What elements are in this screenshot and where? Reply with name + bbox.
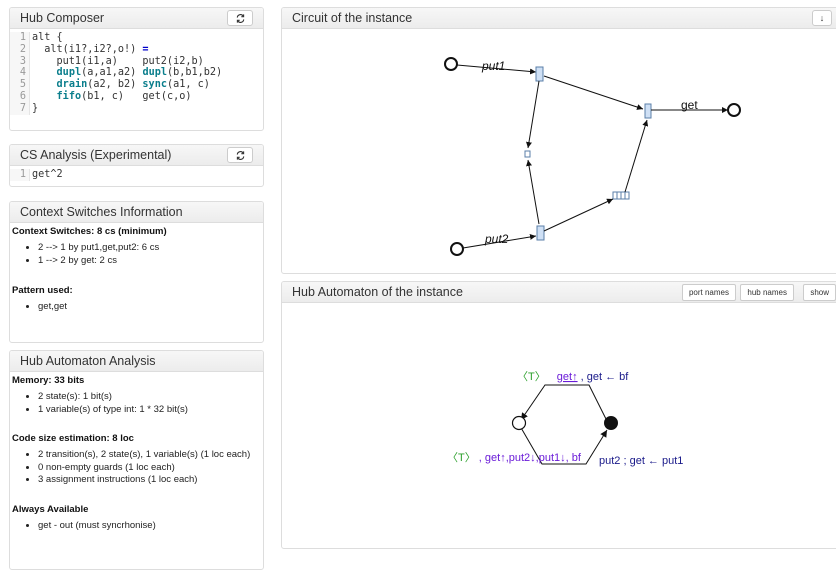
context-switches-panel: Context Switches Information Context Swi…: [9, 201, 264, 343]
context-switches-header: Context Switches Information: [10, 202, 263, 223]
automaton-diagram: 〈T〉 get↑ , get ← bf 〈T〉 , get↑,put2↓,put…: [447, 370, 683, 467]
refresh-icon: [236, 13, 244, 23]
list-item: 3 assignment instructions (1 loc each): [38, 474, 261, 487]
top-guard: 〈T〉: [517, 370, 546, 383]
port-put1-label: put1: [481, 59, 505, 73]
top-action: , get ← bf: [581, 371, 630, 383]
pattern-heading: Pattern used:: [12, 285, 73, 296]
cs-analysis-header: CS Analysis (Experimental): [10, 145, 263, 166]
top-ports: get↑: [557, 371, 578, 383]
circuit-header: Circuit of the instance ↓: [282, 8, 836, 29]
bottom-guard: 〈T〉: [447, 451, 476, 464]
refresh-button[interactable]: [227, 10, 253, 26]
port-put1-node[interactable]: [444, 57, 458, 71]
circuit-diagram: put1 get put2: [444, 57, 741, 256]
panel-title: Hub Composer: [20, 11, 105, 25]
refresh-icon: [236, 150, 244, 160]
panel-title: Hub Automaton Analysis: [20, 354, 156, 368]
always-available-list: get - out (must syncrhonise): [12, 520, 261, 533]
hub-automaton-analysis-content: Memory: 33 bits 2 state(s): 1 bit(s) 1 v…: [10, 375, 263, 532]
code-size-heading: Code size estimation: 8 loc: [12, 433, 134, 444]
port-names-button[interactable]: port names: [681, 284, 736, 301]
query-editor[interactable]: 1 get^2: [10, 166, 263, 181]
bottom-ports: , get↑,put2↓,put1↓, bf: [479, 452, 582, 464]
code-size-list: 2 transition(s), 2 state(s), 1 variable(…: [12, 449, 261, 487]
memory-list: 2 state(s): 1 bit(s) 1 variable(s) of ty…: [12, 391, 261, 416]
hub-composer-panel: Hub Composer 1 alt { 2 alt(i1?,i2?,o!) = …: [9, 7, 264, 131]
show-button[interactable]: show: [803, 284, 836, 301]
download-button[interactable]: ↓: [812, 10, 832, 26]
list-item: 1 variable(s) of type int: 1 * 32 bit(s): [38, 404, 261, 417]
cs-analysis-panel: CS Analysis (Experimental) 1 get^2: [9, 144, 264, 187]
sync-node[interactable]: [644, 103, 652, 119]
automaton-panel: Hub Automaton of the instance port names…: [281, 281, 836, 549]
refresh-button[interactable]: [227, 147, 253, 163]
panel-title: Hub Automaton of the instance: [292, 285, 463, 299]
context-switches-heading: Context Switches: 8 cs (minimum): [12, 226, 167, 237]
pattern-list: get,get: [12, 301, 261, 314]
list-item: 1 --> 2 by get: 2 cs: [38, 255, 261, 268]
automaton-state-current[interactable]: [604, 416, 618, 430]
hub-automaton-analysis-header: Hub Automaton Analysis: [10, 351, 263, 372]
always-available-heading: Always Available: [12, 503, 89, 515]
context-switches-content: Context Switches: 8 cs (minimum) 2 --> 1…: [10, 226, 263, 314]
list-item: 2 --> 1 by put1,get,put2: 6 cs: [38, 242, 261, 255]
list-item: 0 non-empty guards (1 loc each): [38, 462, 261, 475]
automaton-header: Hub Automaton of the instance port names…: [282, 282, 836, 303]
panel-title: Context Switches Information: [20, 205, 183, 219]
port-put2-node[interactable]: [450, 242, 464, 256]
code-editor[interactable]: 1 alt { 2 alt(i1?,i2?,o!) = 3 put1(i1,a) …: [10, 29, 263, 115]
port-get-label: get: [681, 98, 698, 112]
drain-node[interactable]: [524, 150, 531, 158]
circuit-panel: Circuit of the instance ↓ put1 get put2: [281, 7, 836, 274]
port-put2-label: put2: [484, 232, 509, 246]
panel-title: CS Analysis (Experimental): [20, 148, 172, 162]
automaton-state-initial[interactable]: [511, 415, 527, 431]
list-item: get,get: [38, 301, 261, 314]
hub-names-button[interactable]: hub names: [740, 284, 794, 301]
context-switches-list: 2 --> 1 by put1,get,put2: 6 cs 1 --> 2 b…: [12, 242, 261, 267]
list-item: 2 transition(s), 2 state(s), 1 variable(…: [38, 449, 261, 462]
download-icon: ↓: [819, 12, 825, 23]
port-get-node[interactable]: [727, 103, 741, 117]
hub-automaton-analysis-panel: Hub Automaton Analysis Memory: 33 bits 2…: [9, 350, 264, 570]
top-transition-label: 〈T〉 get↑ , get ← bf: [517, 370, 629, 383]
bottom-transition-label: 〈T〉 , get↑,put2↓,put1↓, bf: [447, 451, 582, 464]
dupl-a-node[interactable]: [535, 66, 544, 82]
hub-composer-header: Hub Composer: [10, 8, 263, 29]
dupl-b-node[interactable]: [536, 225, 545, 241]
list-item: get - out (must syncrhonise): [38, 520, 261, 533]
list-item: 2 state(s): 1 bit(s): [38, 391, 261, 404]
memory-heading: Memory: 33 bits: [12, 375, 85, 386]
panel-title: Circuit of the instance: [292, 11, 413, 25]
bottom-action: put2 ; get ← put1: [599, 455, 683, 467]
